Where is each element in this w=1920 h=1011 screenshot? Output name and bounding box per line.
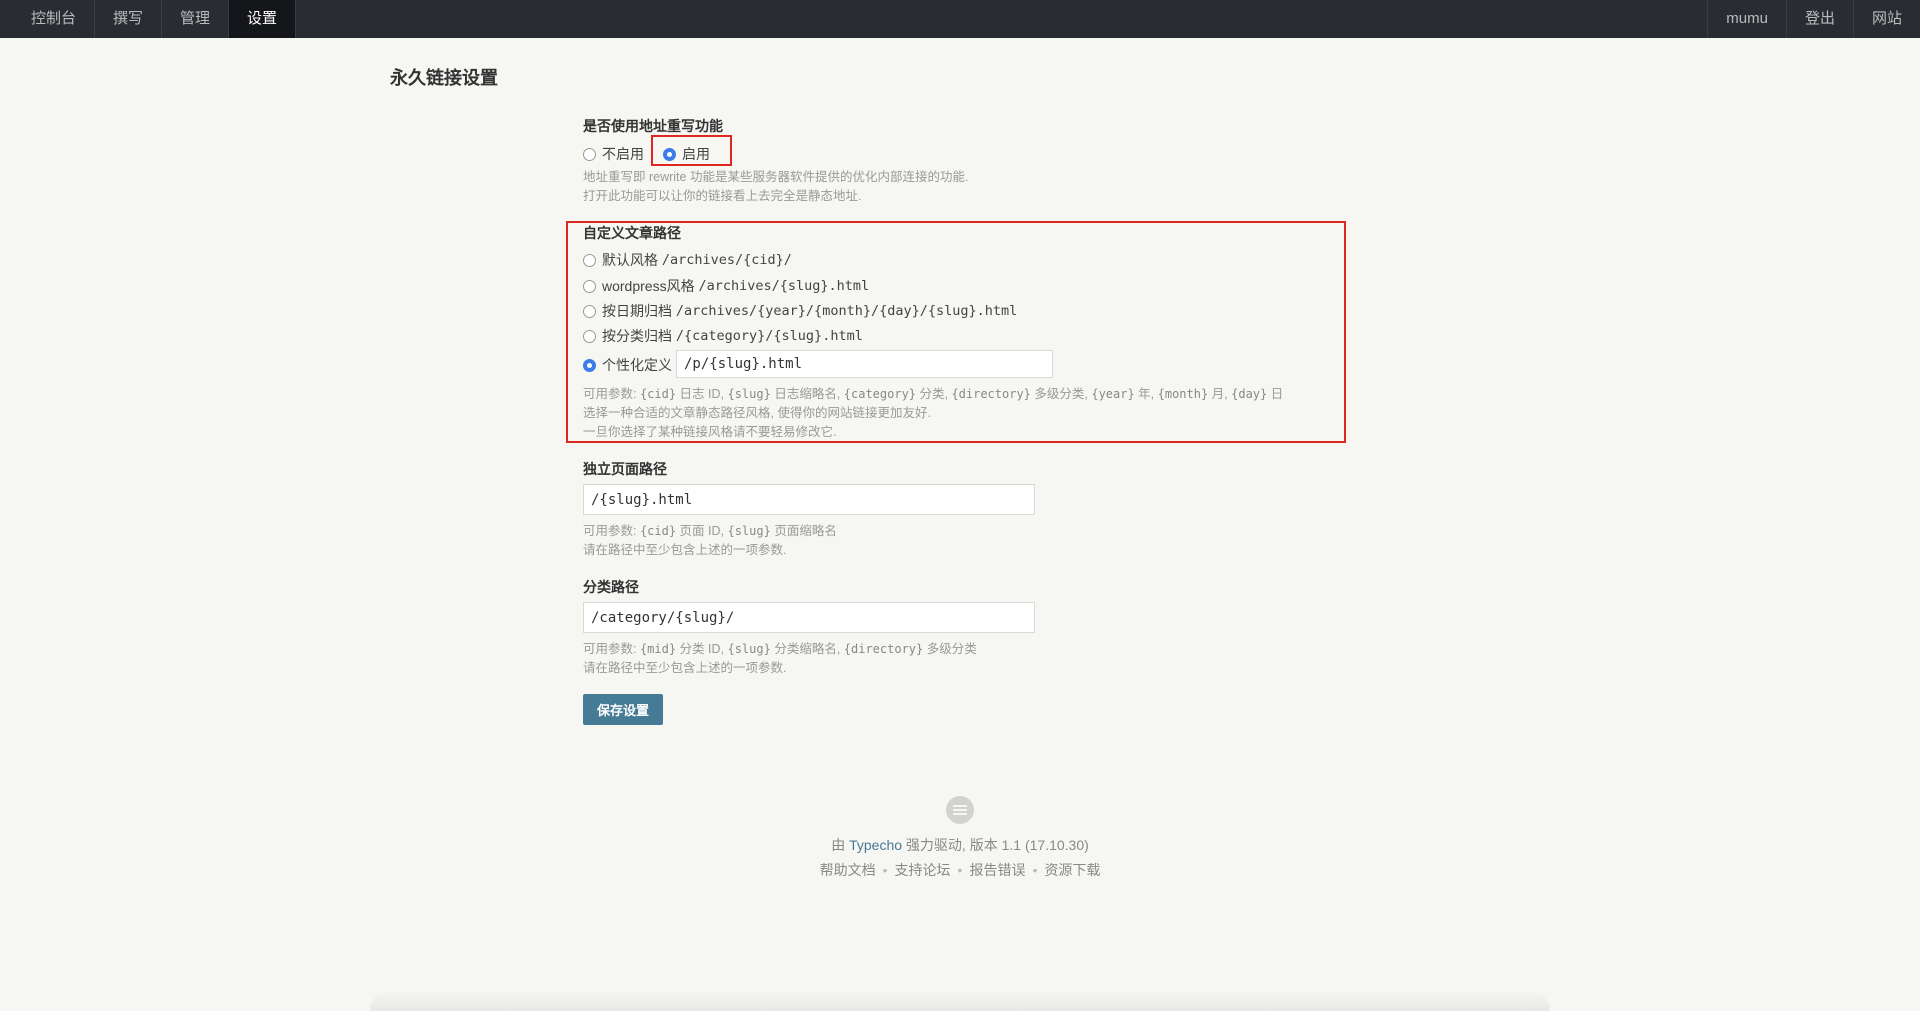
category-path-params-line: 可用参数: {mid} 分类 ID, {slug} 分类缩略名, {direct… xyxy=(583,640,977,659)
param-code: {slug} xyxy=(727,642,771,656)
param-code: {cid} xyxy=(639,524,677,538)
param-code: {directory} xyxy=(951,387,1031,401)
category-path-label: 分类路径 xyxy=(583,579,639,595)
param-text: 日志缩略名, xyxy=(770,387,844,401)
footer-link-report[interactable]: 报告错误 xyxy=(969,862,1025,878)
param-code: {cid} xyxy=(639,387,677,401)
post-path-desc-line3: 一旦你选择了某种链接风格请不要轻易修改它. xyxy=(583,425,837,439)
category-path-desc-line2: 请在路径中至少包含上述的一项参数. xyxy=(583,661,787,675)
page-title: 永久链接设置 xyxy=(390,68,498,88)
nav-right: mumu 登出 网站 xyxy=(1707,0,1920,38)
footer-links: 帮助文档 • 支持论坛 • 报告错误 • 资源下载 xyxy=(0,860,1920,880)
post-path-custom-label: 个性化定义 xyxy=(602,357,672,373)
param-code: {month} xyxy=(1157,387,1209,401)
post-path-option-pattern: /archives/{cid}/ xyxy=(661,252,792,268)
param-text: 月, xyxy=(1208,387,1232,401)
rewrite-disable-label: 不启用 xyxy=(602,146,644,162)
post-path-label: 自定义文章路径 xyxy=(583,225,681,241)
post-path-option-name: 默认风格 xyxy=(602,252,658,268)
rewrite-label: 是否使用地址重写功能 xyxy=(583,118,723,134)
nav-left: 控制台 撰写 管理 设置 xyxy=(0,0,297,38)
nav-logout[interactable]: 登出 xyxy=(1785,0,1853,38)
typecho-link[interactable]: Typecho xyxy=(849,837,902,853)
rewrite-desc-line2: 打开此功能可以让你的链接看上去完全是静态地址. xyxy=(583,189,862,203)
page-path-description: 可用参数: {cid} 页面 ID, {slug} 页面缩略名 请在路径中至少包… xyxy=(583,522,837,560)
footer-link-docs[interactable]: 帮助文档 xyxy=(820,862,876,878)
param-text: 多级分类 xyxy=(923,642,977,656)
footer-separator: • xyxy=(1032,862,1038,878)
param-text: 多级分类, xyxy=(1030,387,1092,401)
nav-user[interactable]: mumu xyxy=(1707,0,1786,38)
rewrite-enable-radio[interactable] xyxy=(663,147,676,161)
bottom-shadow xyxy=(370,990,1550,1011)
rewrite-desc-line1: 地址重写即 rewrite 功能是某些服务器软件提供的优化内部连接的功能. xyxy=(583,170,969,184)
params-prefix: 可用参数: xyxy=(583,387,640,401)
post-path-radio-wordpress[interactable] xyxy=(583,279,596,293)
page-path-input[interactable] xyxy=(583,484,1035,515)
post-path-radio-custom[interactable] xyxy=(583,358,596,372)
page-path-desc-line2: 请在路径中至少包含上述的一项参数. xyxy=(583,543,787,557)
param-text: 日 xyxy=(1267,387,1284,401)
post-path-radio-category[interactable] xyxy=(583,329,596,343)
post-path-option-pattern: /{category}/{slug}.html xyxy=(675,328,863,344)
post-path-option-pattern: /archives/{slug}.html xyxy=(698,278,870,294)
param-code: {slug} xyxy=(727,524,771,538)
post-path-custom-input[interactable] xyxy=(676,350,1053,378)
post-path-desc-line2: 选择一种合适的文章静态路径风格, 使得你的网站链接更加友好. xyxy=(583,406,931,420)
footer-prefix: 由 xyxy=(831,837,850,853)
post-path-option-date[interactable]: 按日期归档 /archives/{year}/{month}/{day}/{sl… xyxy=(583,301,1017,321)
nav-settings[interactable]: 设置 xyxy=(229,0,297,38)
post-path-radio-default[interactable] xyxy=(583,253,596,267)
post-path-option-name: 按日期归档 xyxy=(602,303,672,319)
post-path-option-wordpress[interactable]: wordpress风格 /archives/{slug}.html xyxy=(583,276,869,296)
category-path-input[interactable] xyxy=(583,602,1035,633)
post-path-description: 可用参数: {cid} 日志 ID, {slug} 日志缩略名, {catego… xyxy=(583,385,1283,442)
param-code: {day} xyxy=(1231,387,1268,401)
nav-write[interactable]: 撰写 xyxy=(95,0,163,38)
param-text: 分类 ID, xyxy=(676,642,728,656)
nav-manage[interactable]: 管理 xyxy=(162,0,230,38)
post-path-option-pattern: /archives/{year}/{month}/{day}/{slug}.ht… xyxy=(675,303,1018,319)
param-text: 页面缩略名 xyxy=(770,524,837,538)
rewrite-disable-radio[interactable] xyxy=(583,147,596,161)
post-path-radio-date[interactable] xyxy=(583,304,596,318)
footer-version: 强力驱动, 版本 1.1 (17.10.30) xyxy=(902,837,1089,853)
rewrite-enable-label: 启用 xyxy=(682,146,710,162)
param-code: {slug} xyxy=(727,387,771,401)
typecho-logo-icon xyxy=(946,796,974,824)
post-path-option-name: wordpress风格 xyxy=(602,278,695,294)
nav-website[interactable]: 网站 xyxy=(1852,0,1920,38)
param-code: {directory} xyxy=(843,642,924,656)
top-navbar: 控制台 撰写 管理 设置 mumu 登出 网站 xyxy=(0,0,1920,38)
rewrite-enable-option[interactable]: 启用 xyxy=(663,144,710,164)
param-text: 分类, xyxy=(916,387,952,401)
nav-dashboard[interactable]: 控制台 xyxy=(0,0,96,38)
rewrite-disable-option[interactable]: 不启用 xyxy=(583,144,644,164)
post-path-option-default[interactable]: 默认风格 /archives/{cid}/ xyxy=(583,250,792,270)
page-path-params-line: 可用参数: {cid} 页面 ID, {slug} 页面缩略名 xyxy=(583,522,837,541)
post-path-option-name: 按分类归档 xyxy=(602,328,672,344)
param-text: 日志 ID, xyxy=(676,387,728,401)
page-path-label: 独立页面路径 xyxy=(583,461,667,477)
params-prefix: 可用参数: xyxy=(583,524,640,538)
param-code: {year} xyxy=(1091,387,1135,401)
category-path-description: 可用参数: {mid} 分类 ID, {slug} 分类缩略名, {direct… xyxy=(583,640,977,678)
save-settings-button[interactable]: 保存设置 xyxy=(583,694,663,725)
footer-separator: • xyxy=(882,862,888,878)
post-path-params-line: 可用参数: {cid} 日志 ID, {slug} 日志缩略名, {catego… xyxy=(583,385,1283,404)
footer-powered-by: 由 Typecho 强力驱动, 版本 1.1 (17.10.30) xyxy=(0,835,1920,855)
param-text: 页面 ID, xyxy=(676,524,728,538)
post-path-option-custom[interactable]: 个性化定义 xyxy=(583,355,672,375)
footer-link-downloads[interactable]: 资源下载 xyxy=(1044,862,1100,878)
param-code: {mid} xyxy=(639,642,677,656)
footer-separator: • xyxy=(957,862,963,878)
footer-link-forum[interactable]: 支持论坛 xyxy=(895,862,951,878)
rewrite-description: 地址重写即 rewrite 功能是某些服务器软件提供的优化内部连接的功能. 打开… xyxy=(583,168,968,206)
post-path-option-category[interactable]: 按分类归档 /{category}/{slug}.html xyxy=(583,326,863,346)
param-text: 分类缩略名, xyxy=(770,642,844,656)
param-text: 年, xyxy=(1134,387,1158,401)
param-code: {category} xyxy=(843,387,917,401)
params-prefix: 可用参数: xyxy=(583,642,640,656)
